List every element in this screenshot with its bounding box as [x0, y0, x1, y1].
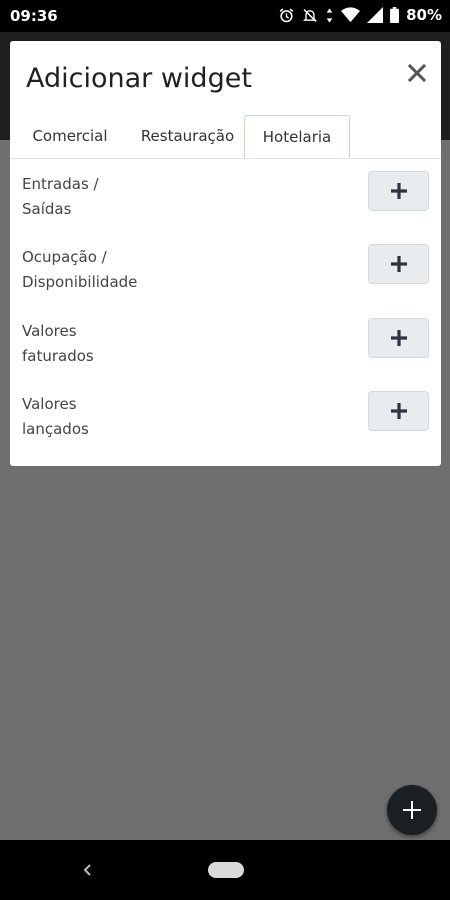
tab-hotelaria[interactable]: Hotelaria	[244, 115, 350, 158]
plus-icon	[390, 330, 407, 346]
close-button[interactable]	[407, 63, 427, 83]
widget-label: Entradas / Saídas	[22, 175, 99, 218]
list-item: Valores faturados	[10, 315, 441, 375]
tab-restauracao[interactable]: Restauração	[126, 115, 249, 157]
mute-icon	[302, 7, 318, 24]
alarm-icon	[278, 7, 295, 24]
nav-home-button[interactable]	[208, 862, 244, 878]
status-icons: 80%	[278, 6, 442, 24]
system-nav-bar	[0, 840, 450, 900]
plus-icon	[390, 403, 407, 419]
add-widget-button[interactable]	[368, 171, 429, 211]
list-item: Valores lançados	[10, 388, 441, 448]
close-icon	[407, 63, 427, 83]
add-widget-dialog: Adicionar widget Comercial Restauração H…	[10, 41, 441, 466]
nav-back-button[interactable]	[78, 860, 98, 880]
wifi-icon	[341, 7, 361, 23]
plus-icon	[403, 801, 421, 819]
widget-label: Valores faturados	[22, 322, 94, 365]
add-widget-button[interactable]	[368, 244, 429, 284]
plus-icon	[390, 183, 407, 199]
add-widget-button[interactable]	[368, 391, 429, 431]
tab-comercial[interactable]: Comercial	[16, 115, 124, 157]
data-icon	[325, 7, 334, 24]
signal-icon	[367, 7, 384, 23]
back-chevron-icon	[83, 864, 91, 876]
list-item: Entradas / Saídas	[10, 168, 441, 228]
fab-add-button[interactable]	[387, 785, 437, 835]
list-item: Ocupação / Disponibilidade	[10, 241, 441, 301]
status-time: 09:36	[10, 7, 58, 25]
widget-label: Valores lançados	[22, 395, 89, 438]
battery-icon	[390, 7, 400, 23]
battery-percent: 80%	[406, 6, 442, 24]
dialog-title: Adicionar widget	[26, 63, 252, 94]
add-widget-button[interactable]	[368, 318, 429, 358]
status-bar: 09:36 80%	[0, 0, 450, 32]
category-tabs: Comercial Restauração Hotelaria	[10, 115, 441, 159]
widget-label: Ocupação / Disponibilidade	[22, 248, 138, 291]
plus-icon	[390, 256, 407, 272]
